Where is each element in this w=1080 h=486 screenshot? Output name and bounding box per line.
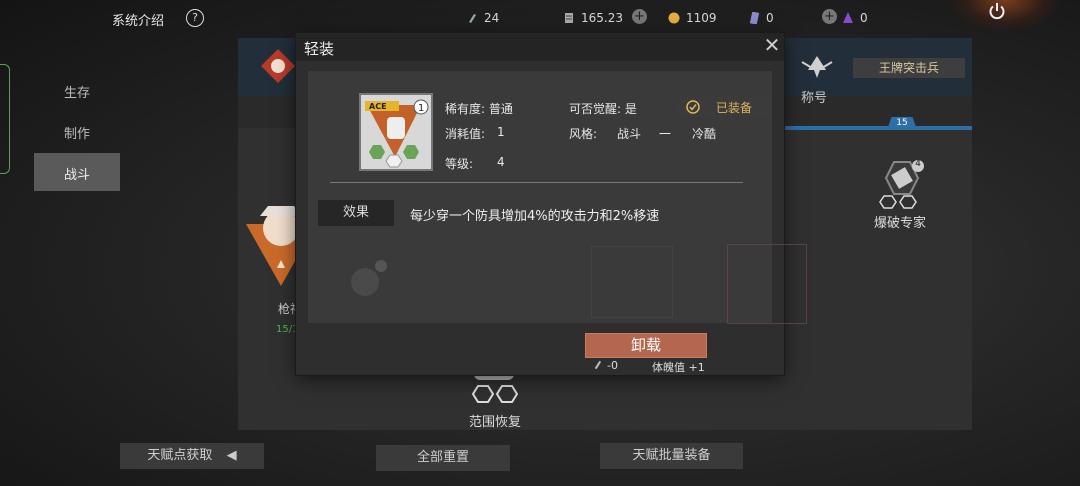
- style-value-cool: 冷酷: [692, 127, 717, 141]
- demolition-expert-label: 爆破专家: [874, 216, 927, 231]
- menu-item-survival[interactable]: 生存: [64, 82, 90, 101]
- resource-card: 0: [748, 9, 774, 27]
- equipped-badge: 已装备: [676, 97, 771, 117]
- close-icon[interactable]: ✕: [762, 35, 782, 55]
- talent-acquire-label: 天赋点获取: [147, 448, 213, 463]
- resource-card-value: 0: [766, 11, 774, 25]
- resource-gold-value: 1109: [686, 11, 717, 25]
- header-talent-icon: [261, 49, 295, 83]
- ace-badge-text: ACE: [369, 102, 387, 111]
- title-badge: 王牌突击兵: [853, 58, 965, 78]
- talent-eagle-eye-icon: [351, 260, 387, 296]
- bullet-stat: -0: [592, 359, 618, 372]
- talent-light-armor-ghost: [591, 246, 673, 318]
- reset-all-button[interactable]: 全部重置: [376, 445, 510, 471]
- bullet-icon: [469, 14, 476, 23]
- style-separator: 一: [659, 127, 672, 141]
- add-chip-icon[interactable]: +: [632, 9, 647, 24]
- help-icon[interactable]: ?: [186, 9, 204, 27]
- talent-suppress-ghost: [727, 244, 807, 324]
- resource-crystal-value: 0: [860, 11, 868, 25]
- batch-equip-button[interactable]: 天赋批量装备: [600, 443, 743, 469]
- bullet-stat-icon: [594, 360, 602, 370]
- area-heal-label: 范围恢复: [469, 415, 522, 430]
- demolition-level: 4: [915, 159, 921, 169]
- play-left-icon: ◀: [226, 448, 237, 463]
- menu-bracket: [0, 64, 10, 174]
- title-wings-icon: [801, 56, 833, 78]
- talent-item-frame: ACE 1: [359, 93, 433, 171]
- menu-item-combat[interactable]: 战斗: [34, 153, 120, 191]
- resource-bullets: 24: [466, 9, 499, 27]
- chip-icon: [565, 13, 573, 23]
- power-icon[interactable]: [988, 2, 1006, 20]
- level-tag: 15: [887, 117, 917, 130]
- effect-description: 每少穿一个防具增加4%的攻击力和2%移速: [410, 209, 660, 224]
- crystal-icon: [843, 12, 853, 23]
- modal-title: 轻装: [304, 40, 335, 58]
- resource-chip-value: 165.23: [581, 11, 623, 25]
- modal-divider: [330, 182, 743, 183]
- level-value: 4: [497, 155, 505, 169]
- cost-value: 1: [497, 125, 505, 139]
- rarity-label: 稀有度: 普通: [445, 102, 513, 116]
- physique-stat: 体魄值 +1: [652, 361, 705, 374]
- resource-crystal: 0: [842, 9, 868, 27]
- gold-coin-icon: [668, 12, 680, 24]
- level-label: 等级:: [445, 157, 474, 171]
- fist-icon: ACE 1: [365, 99, 429, 168]
- resource-bullets-value: 24: [484, 11, 500, 25]
- item-level-text: 1: [418, 103, 424, 114]
- system-intro-label[interactable]: 系统介绍: [112, 10, 164, 29]
- resource-chip: 165.23: [563, 9, 623, 27]
- card-icon: [749, 12, 760, 24]
- cost-label: 消耗值:: [445, 127, 486, 141]
- modal-header: 轻装 ✕: [296, 33, 784, 61]
- menu-item-craft[interactable]: 制作: [64, 123, 90, 142]
- menu-item-combat-label: 战斗: [64, 168, 91, 183]
- unequip-button[interactable]: 卸载: [585, 333, 707, 358]
- effect-tab[interactable]: 效果: [318, 200, 394, 226]
- add-crystal-icon[interactable]: +: [822, 9, 837, 24]
- check-circle-icon: [686, 100, 700, 114]
- title-label[interactable]: 称号: [801, 87, 827, 106]
- equipped-text: 已装备: [716, 101, 753, 115]
- style-label: 风格:: [569, 127, 598, 141]
- talent-acquire-button[interactable]: 天赋点获取 ◀: [120, 443, 264, 469]
- awaken-label: 可否觉醒: 是: [569, 102, 637, 116]
- bullet-stat-value: -0: [607, 359, 618, 372]
- resource-gold: 1109: [668, 9, 717, 27]
- style-value-combat: 战斗: [617, 127, 642, 141]
